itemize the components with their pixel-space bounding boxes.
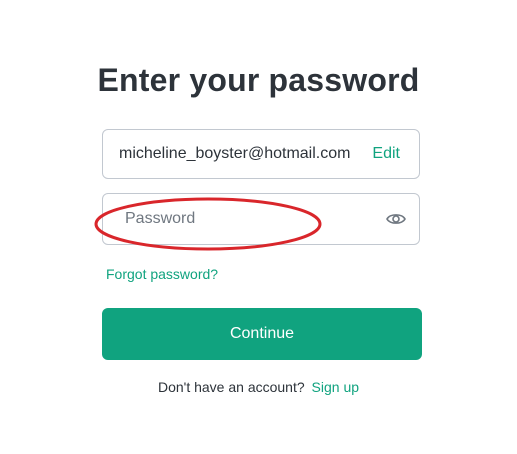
page-title: Enter your password <box>97 62 420 98</box>
password-input[interactable] <box>125 208 365 230</box>
signup-link[interactable]: Sign up <box>312 379 359 395</box>
email-field: micheline_boyster@hotmail.com Edit <box>102 129 420 179</box>
continue-button[interactable]: Continue <box>102 308 422 360</box>
forgot-password-link[interactable]: Forgot password? <box>106 266 218 282</box>
login-page: Enter your password micheline_boyster@ho… <box>0 0 517 454</box>
email-value: micheline_boyster@hotmail.com <box>119 145 351 162</box>
eye-icon[interactable] <box>385 208 407 230</box>
signup-row: Don't have an account? Sign up <box>0 379 517 395</box>
password-field[interactable] <box>102 193 420 245</box>
signup-prompt: Don't have an account? <box>157 379 305 395</box>
edit-email-link[interactable]: Edit <box>372 145 400 163</box>
